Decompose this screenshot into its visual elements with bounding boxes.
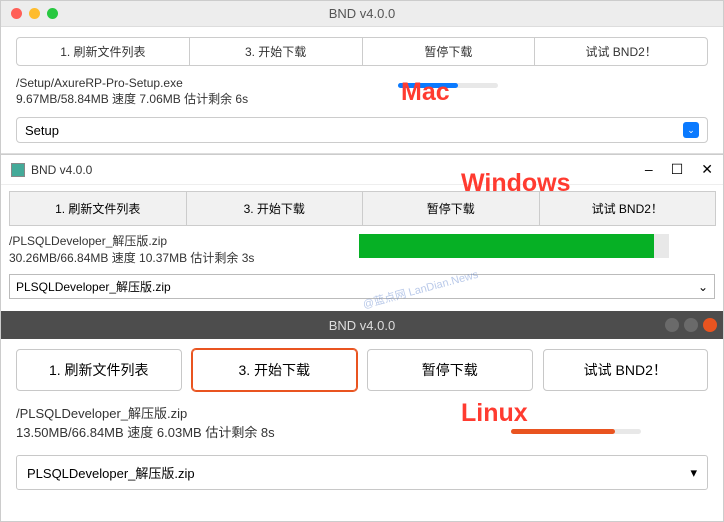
windows-titlebar: BND v4.0.0 ‒ ☐ ✕	[1, 155, 723, 185]
file-select[interactable]: PLSQLDeveloper_解压版.zip ▾	[16, 455, 708, 490]
maximize-icon[interactable]	[47, 8, 58, 19]
chevron-down-icon: ⌄	[683, 122, 699, 138]
progress-fill	[398, 83, 458, 88]
start-download-button[interactable]: 3. 开始下载	[186, 191, 364, 226]
linux-titlebar: BND v4.0.0	[1, 311, 723, 339]
windows-controls: ‒ ☐ ✕	[645, 161, 713, 178]
minimize-icon[interactable]: ‒	[645, 161, 653, 178]
file-select[interactable]: PLSQLDeveloper_解压版.zip ⌄	[9, 274, 715, 299]
progress-text: 9.67MB/58.84MB 速度 7.06MB 估计剩余 6s	[16, 90, 708, 107]
refresh-button[interactable]: 1. 刷新文件列表	[17, 38, 190, 65]
select-value: Setup	[25, 123, 59, 138]
try-bnd2-button[interactable]: 试试 BND2！	[539, 191, 717, 226]
mac-titlebar: BND v4.0.0	[1, 1, 723, 27]
linux-controls	[665, 318, 717, 332]
file-select[interactable]: Setup ⌄	[16, 117, 708, 143]
mac-window-controls	[1, 8, 58, 19]
refresh-button[interactable]: 1. 刷新文件列表	[9, 191, 187, 226]
mac-title: BND v4.0.0	[1, 6, 723, 21]
start-download-button[interactable]: 3. 开始下载	[192, 349, 358, 391]
progress-bar	[398, 83, 498, 88]
progress-bar	[359, 234, 669, 258]
minimize-icon[interactable]	[29, 8, 40, 19]
try-bnd2-button[interactable]: 试试 BND2！	[543, 349, 709, 391]
close-icon[interactable]	[11, 8, 22, 19]
mac-toolbar: 1. 刷新文件列表 3. 开始下载 暂停下载 试试 BND2！	[16, 37, 708, 66]
try-bnd2-button[interactable]: 试试 BND2！	[535, 38, 707, 65]
linux-window: BND v4.0.0 1. 刷新文件列表 3. 开始下载 暂停下载 试试 BND…	[1, 311, 723, 500]
mac-download-status: /Setup/AxureRP-Pro-Setup.exe 9.67MB/58.8…	[16, 76, 708, 107]
chevron-down-icon: ⌄	[698, 280, 708, 294]
minimize-icon[interactable]	[665, 318, 679, 332]
mac-window: BND v4.0.0 1. 刷新文件列表 3. 开始下载 暂停下载 试试 BND…	[1, 1, 723, 154]
file-path: /Setup/AxureRP-Pro-Setup.exe	[16, 76, 708, 90]
linux-download-status: /PLSQLDeveloper_解压版.zip 13.50MB/66.84MB …	[16, 403, 708, 441]
select-value: PLSQLDeveloper_解压版.zip	[27, 463, 195, 482]
close-icon[interactable]	[703, 318, 717, 332]
refresh-button[interactable]: 1. 刷新文件列表	[16, 349, 182, 391]
chevron-down-icon: ▾	[690, 465, 697, 481]
close-icon[interactable]: ✕	[701, 161, 713, 178]
pause-download-button[interactable]: 暂停下载	[362, 191, 540, 226]
windows-window: BND v4.0.0 ‒ ☐ ✕ 1. 刷新文件列表 3. 开始下载 暂停下载 …	[1, 154, 723, 311]
pause-download-button[interactable]: 暂停下载	[367, 349, 533, 391]
maximize-icon[interactable]	[684, 318, 698, 332]
pause-download-button[interactable]: 暂停下载	[363, 38, 536, 65]
start-download-button[interactable]: 3. 开始下载	[190, 38, 363, 65]
linux-title: BND v4.0.0	[329, 318, 395, 333]
windows-toolbar: 1. 刷新文件列表 3. 开始下载 暂停下载 试试 BND2！	[9, 191, 715, 226]
progress-bar	[511, 429, 641, 434]
progress-fill	[511, 429, 615, 434]
maximize-icon[interactable]: ☐	[671, 161, 684, 178]
app-icon	[11, 163, 25, 177]
file-path: /PLSQLDeveloper_解压版.zip	[16, 403, 708, 422]
select-value: PLSQLDeveloper_解压版.zip	[16, 278, 171, 295]
progress-fill	[359, 234, 654, 258]
linux-toolbar: 1. 刷新文件列表 3. 开始下载 暂停下载 试试 BND2！	[16, 349, 708, 391]
windows-title: BND v4.0.0	[31, 163, 92, 177]
windows-download-status: /PLSQLDeveloper_解压版.zip 30.26MB/66.84MB …	[9, 232, 715, 266]
